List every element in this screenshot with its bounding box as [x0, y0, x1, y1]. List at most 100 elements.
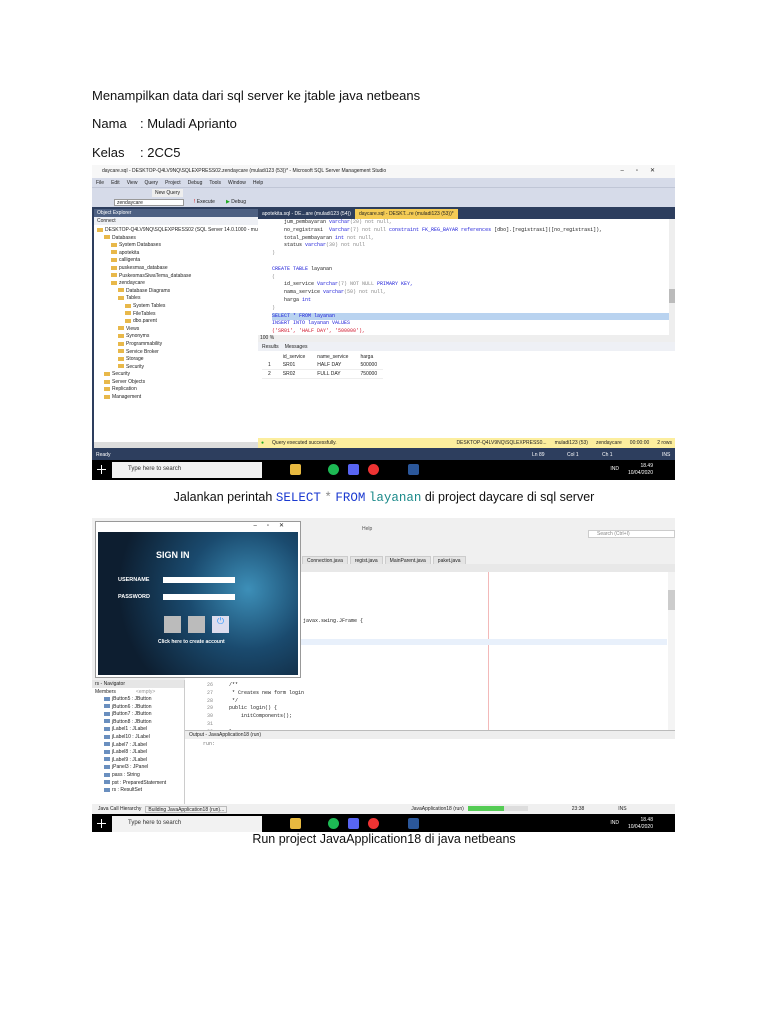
login-window-controls[interactable]: –▫✕ — [96, 522, 300, 532]
tree-node[interactable]: Service Broker — [97, 349, 255, 357]
navigator-item[interactable]: jButton8 : JButton — [104, 719, 184, 727]
menu-item[interactable]: Window — [228, 180, 246, 186]
word-icon[interactable] — [408, 464, 419, 475]
help-menu[interactable]: Help — [362, 526, 372, 532]
word-icon[interactable] — [408, 818, 419, 829]
navigator-item[interactable]: jLabel1 : JLabel — [104, 726, 184, 734]
discord-icon[interactable] — [348, 818, 359, 829]
table-cell[interactable]: 1 — [262, 361, 277, 370]
tree-node[interactable]: Management — [97, 394, 255, 402]
navigator-item[interactable]: jButton5 : JButton — [104, 696, 184, 704]
login-button[interactable] — [164, 616, 181, 633]
tree-node[interactable]: puskesmas_database — [97, 265, 255, 273]
file-explorer-icon[interactable] — [290, 464, 301, 475]
table-cell[interactable]: HALF DAY — [311, 361, 355, 370]
navigator-item[interactable]: pst : PreparedStatement — [104, 780, 184, 788]
discord-icon[interactable] — [348, 464, 359, 475]
spotify-icon[interactable] — [328, 464, 339, 475]
members-select[interactable]: Members — [95, 689, 116, 695]
password-input[interactable] — [163, 594, 235, 600]
horizontal-scrollbar[interactable] — [94, 442, 258, 448]
connect-button[interactable]: Connect — [94, 217, 258, 225]
tree-node[interactable]: apotekita — [97, 250, 255, 258]
menu-item[interactable]: Project — [165, 180, 181, 186]
file-explorer-icon[interactable] — [290, 818, 301, 829]
debug-button[interactable]: ▶ Debug — [226, 199, 246, 205]
editor-scrollbar[interactable] — [669, 219, 675, 335]
menu-item[interactable]: View — [127, 180, 138, 186]
tab-daycare[interactable]: daycare.sql - DESKT...re (muladi123 (53)… — [354, 209, 458, 219]
table-cell[interactable]: 500000 — [354, 361, 384, 370]
filter-select[interactable]: <empty> — [136, 689, 155, 695]
elapsed: 00:00:00 — [629, 440, 650, 446]
taskbar-search[interactable]: Type here to search — [112, 816, 262, 832]
navigator-item[interactable]: pass : String — [104, 772, 184, 780]
chrome-icon[interactable] — [368, 818, 379, 829]
execute-button[interactable]: ! Execute — [194, 199, 215, 205]
create-account-link[interactable]: Click here to create account — [158, 639, 225, 645]
tree-node[interactable]: Database Diagrams — [97, 288, 255, 296]
sql-editor[interactable]: jum_pembayaran varchar(20) not null, no_… — [258, 219, 669, 335]
windows-start-icon[interactable] — [97, 819, 106, 828]
table-cell[interactable]: 2 — [262, 369, 277, 379]
table-cell[interactable]: FULL DAY — [311, 369, 355, 379]
tree-node[interactable]: Security — [97, 371, 255, 379]
menu-item[interactable]: Debug — [188, 180, 203, 186]
table-cell[interactable]: SR02 — [276, 369, 312, 379]
tree-node[interactable]: Programmability — [97, 341, 255, 349]
username-input[interactable] — [163, 577, 235, 583]
zoom-level[interactable]: 100 % — [258, 335, 675, 342]
navigator-item[interactable]: jPanel3 : JPanel — [104, 764, 184, 772]
tab-apotekita[interactable]: apotekita.sql - DE...are (muladi123 (54)… — [258, 209, 355, 219]
tree-node[interactable]: Tables — [97, 295, 255, 303]
tree-node[interactable]: Replication — [97, 386, 255, 394]
new-query-button[interactable]: New Query — [152, 189, 184, 197]
window-controls[interactable]: –▫✕ — [621, 167, 668, 174]
menu-item[interactable]: Edit — [111, 180, 120, 186]
results-tab[interactable]: Results — [262, 344, 279, 350]
taskbar-search[interactable]: Type here to search — [112, 462, 262, 478]
tree-node[interactable]: Databases — [97, 235, 255, 243]
menu-item[interactable]: Tools — [209, 180, 221, 186]
ide-search[interactable]: Search (Ctrl+I) — [588, 530, 675, 538]
chrome-icon[interactable] — [368, 464, 379, 475]
tree-node[interactable]: FileTables — [97, 311, 255, 319]
table-row[interactable]: 1 SR01 HALF DAY 500000 — [262, 361, 384, 370]
navigator-item[interactable]: jButton7 : JButton — [104, 711, 184, 719]
tree-node[interactable]: dbo.parent — [97, 318, 255, 326]
table-cell[interactable]: 750000 — [354, 369, 384, 379]
tree-node[interactable]: Synonyms — [97, 333, 255, 341]
navigator-item[interactable]: jLabel8 : JLabel — [104, 749, 184, 757]
tree-node[interactable]: System Tables — [97, 303, 255, 311]
navigator-item[interactable]: rs : ResultSet — [104, 787, 184, 795]
tree-node[interactable]: calligenta — [97, 257, 255, 265]
output-tab[interactable]: Output - JavaApplication18 (run) — [185, 731, 675, 739]
tree-node[interactable]: DESKTOP-Q4LV9NQ\SQLEXPRESS02 (SQL Server… — [97, 227, 259, 235]
spotify-icon[interactable] — [328, 818, 339, 829]
tree-node[interactable]: Views — [97, 326, 255, 334]
menu-item[interactable]: File — [96, 180, 104, 186]
tree-node[interactable]: System Databases — [97, 242, 255, 250]
database-select[interactable]: zendaycare — [114, 199, 184, 206]
tree-node[interactable]: zendaycare — [97, 280, 255, 288]
windows-start-icon[interactable] — [97, 465, 106, 474]
ins-mode: INS — [662, 452, 671, 458]
refresh-button[interactable] — [188, 616, 205, 633]
messages-tab[interactable]: Messages — [285, 344, 308, 350]
tree-node[interactable]: Security — [97, 364, 255, 372]
call-hierarchy-tab[interactable]: Java Call Hierarchy — [98, 806, 141, 813]
menu-item[interactable]: Help — [253, 180, 263, 186]
power-button[interactable]: ⏻ — [212, 616, 229, 633]
navigator-item[interactable]: jLabel9 : JLabel — [104, 757, 184, 765]
menu-item[interactable]: Query — [144, 180, 158, 186]
tree-node[interactable]: PuskesmasSiwaTema_database — [97, 273, 255, 281]
build-tab[interactable]: Building JavaApplication18 (run)... — [145, 806, 228, 813]
navigator-item[interactable]: jLabel10 : JLabel — [104, 734, 184, 742]
tree-node[interactable]: Server Objects — [97, 379, 255, 387]
tree-node[interactable]: Storage — [97, 356, 255, 364]
editor-scrollbar[interactable] — [668, 572, 675, 730]
navigator-item[interactable]: jLabel7 : JLabel — [104, 742, 184, 750]
table-row[interactable]: 2 SR02 FULL DAY 750000 — [262, 369, 384, 379]
table-cell[interactable]: SR01 — [276, 361, 312, 370]
navigator-item[interactable]: jButton6 : JButton — [104, 704, 184, 712]
